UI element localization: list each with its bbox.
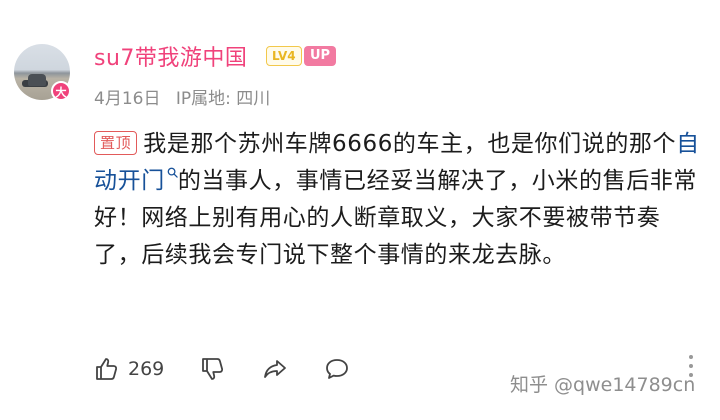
pinned-badge: 置顶 bbox=[94, 131, 138, 155]
dislike-button[interactable] bbox=[200, 356, 226, 382]
avatar-figure bbox=[28, 74, 46, 86]
avatar-badge: 大 bbox=[51, 81, 71, 101]
comment-text: 置顶 我是那个苏州车牌6666的车主，也是你们说的那个自动开门 的当事人，事情已经妥… bbox=[94, 126, 706, 274]
thumbs-up-icon bbox=[96, 358, 118, 380]
reply-icon bbox=[326, 359, 349, 379]
avatar-wrap[interactable]: 大 bbox=[14, 44, 71, 101]
ip-location: IP属地: 四川 bbox=[175, 89, 271, 109]
comment-actions: 269 bbox=[94, 354, 386, 384]
comment-text-part-2: 的当事人，事情已经妥当解决了，小米的售后非常好！网络上别有用心的人断章取义，大家… bbox=[94, 168, 698, 268]
username[interactable]: su7带我游中国 bbox=[94, 40, 247, 72]
level-badge: LV4 bbox=[266, 46, 302, 66]
thumbs-down-icon bbox=[202, 358, 224, 380]
share-icon bbox=[264, 360, 287, 378]
search-icon bbox=[167, 167, 178, 178]
comment-text-part-1: 我是那个苏州车牌6666的车主，也是你们说的那个 bbox=[143, 131, 677, 157]
up-badge: UP bbox=[304, 46, 337, 66]
like-count: 269 bbox=[128, 358, 165, 380]
like-button[interactable]: 269 bbox=[94, 356, 164, 382]
share-button[interactable] bbox=[262, 356, 288, 382]
watermark: 知乎 @qwe14789cn bbox=[510, 374, 696, 396]
comment-date: 4月16日 bbox=[94, 89, 161, 109]
reply-button[interactable] bbox=[324, 356, 350, 382]
more-icon[interactable] bbox=[688, 355, 694, 381]
comment-meta: 4月16日 IP属地: 四川 bbox=[94, 84, 280, 109]
